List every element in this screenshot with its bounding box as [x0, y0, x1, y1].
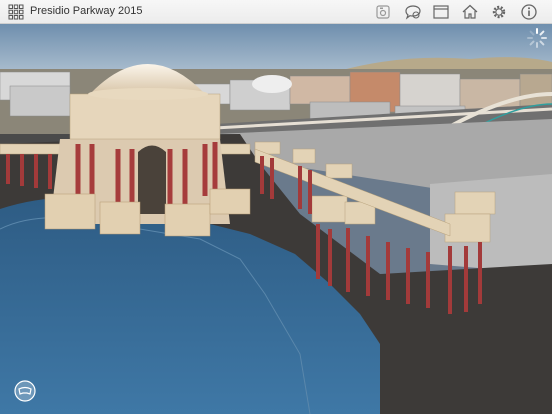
- settings-icon[interactable]: [490, 3, 508, 21]
- top-toolbar: Presidio Parkway 2015: [0, 0, 552, 24]
- home-icon[interactable]: [461, 3, 479, 21]
- info-icon[interactable]: [520, 3, 538, 21]
- camera-icon[interactable]: [374, 3, 392, 21]
- app-title: Presidio Parkway 2015: [30, 5, 143, 17]
- app-window: Presidio Parkway 2015: [0, 0, 552, 414]
- grid-menu-icon[interactable]: [8, 4, 24, 20]
- window-icon[interactable]: [432, 3, 450, 21]
- gamepad-icon[interactable]: [14, 380, 36, 402]
- 3d-city-scene[interactable]: [0, 24, 552, 414]
- chat-icon[interactable]: [404, 3, 422, 21]
- loading-spinner-icon: [527, 28, 547, 48]
